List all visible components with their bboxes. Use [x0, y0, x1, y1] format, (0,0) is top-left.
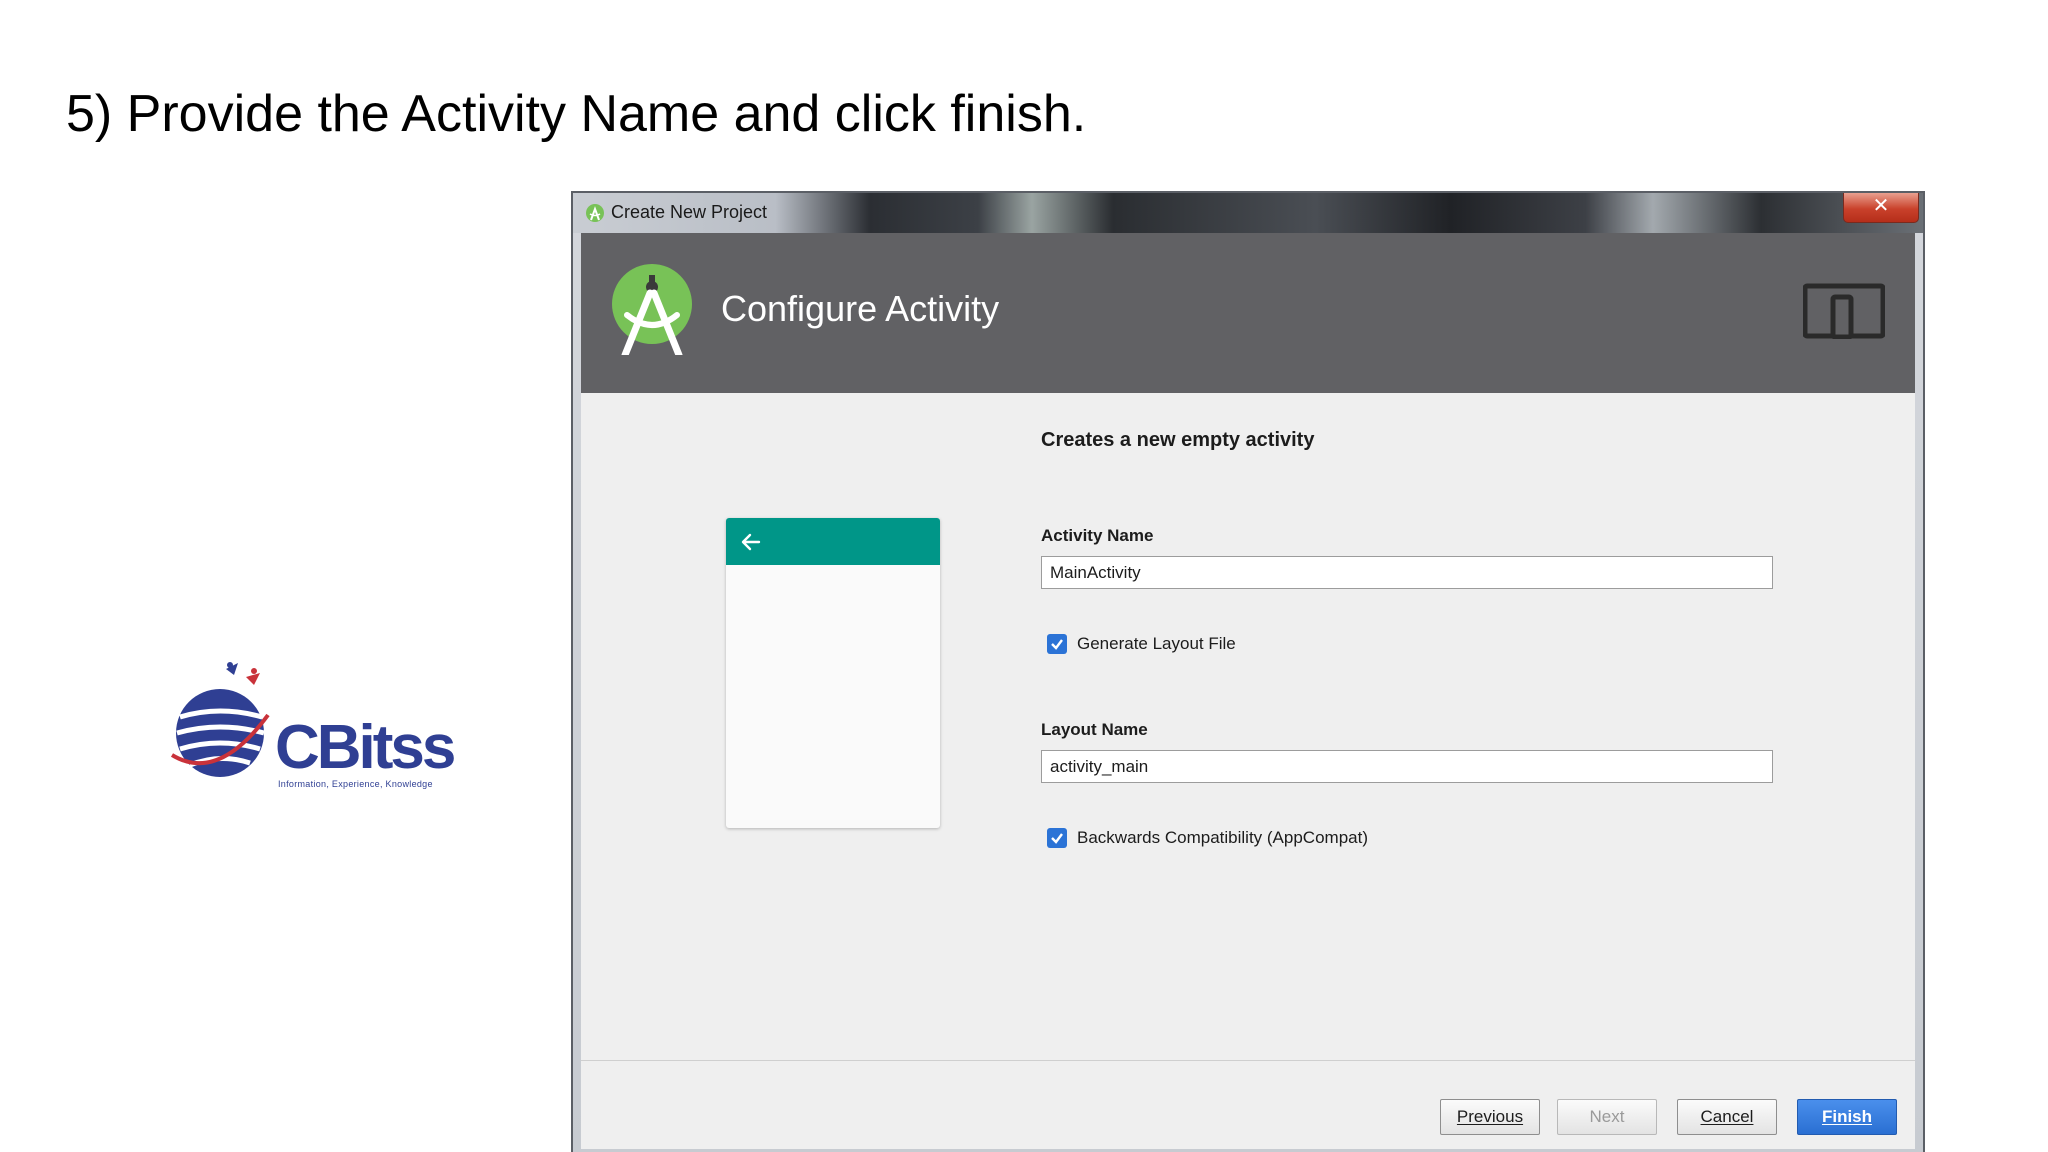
- generate-layout-row[interactable]: Generate Layout File: [1047, 634, 1236, 654]
- dialog-client-area: Configure Activity Creates a new empty a…: [581, 233, 1915, 1149]
- preview-app-bar: [726, 518, 940, 565]
- logo-tagline: Information, Experience, Knowledge: [278, 779, 433, 789]
- generate-layout-checkbox[interactable]: [1047, 634, 1067, 654]
- create-new-project-window: Create New Project ✕ Configure Activity: [571, 191, 1925, 1152]
- backwards-compat-checkbox[interactable]: [1047, 828, 1067, 848]
- next-button[interactable]: Next: [1557, 1099, 1657, 1135]
- activity-name-input[interactable]: [1041, 556, 1773, 589]
- finish-button[interactable]: Finish: [1797, 1099, 1897, 1135]
- cancel-button[interactable]: Cancel: [1677, 1099, 1777, 1135]
- slide-title: 5) Provide the Activity Name and click f…: [66, 85, 1087, 143]
- activity-name-label: Activity Name: [1041, 526, 1154, 545]
- back-arrow-icon: [741, 533, 761, 551]
- cbitss-logo: CBitss Information, Experience, Knowledg…: [168, 655, 456, 795]
- phone-tablet-icon: [1803, 283, 1885, 339]
- generate-layout-label: Generate Layout File: [1077, 634, 1236, 653]
- header-title: Configure Activity: [721, 288, 1000, 329]
- window-titlebar[interactable]: Create New Project ✕: [573, 193, 1923, 233]
- activity-preview: [726, 518, 940, 828]
- close-button[interactable]: ✕: [1843, 193, 1919, 223]
- backwards-compat-label: Backwards Compatibility (AppCompat): [1077, 828, 1368, 847]
- previous-button[interactable]: Previous: [1440, 1099, 1540, 1135]
- checkmark-icon: [1051, 639, 1063, 650]
- checkmark-icon: [1051, 833, 1063, 844]
- backwards-compat-row[interactable]: Backwards Compatibility (AppCompat): [1047, 828, 1368, 848]
- android-studio-logo-icon: [612, 264, 692, 355]
- logo-wordmark: CBitss: [275, 713, 456, 782]
- footer-divider: [581, 1060, 1915, 1061]
- android-studio-icon: [586, 204, 604, 222]
- window-title: Create New Project: [611, 202, 768, 222]
- slide: 5) Provide the Activity Name and click f…: [0, 0, 2048, 1152]
- layout-name-label: Layout Name: [1041, 720, 1148, 739]
- globe-icon: [170, 662, 270, 777]
- close-icon: ✕: [1872, 195, 1890, 217]
- form-title: Creates a new empty activity: [1041, 429, 1315, 451]
- header-band: Configure Activity: [581, 233, 1915, 393]
- layout-name-input[interactable]: [1041, 750, 1773, 783]
